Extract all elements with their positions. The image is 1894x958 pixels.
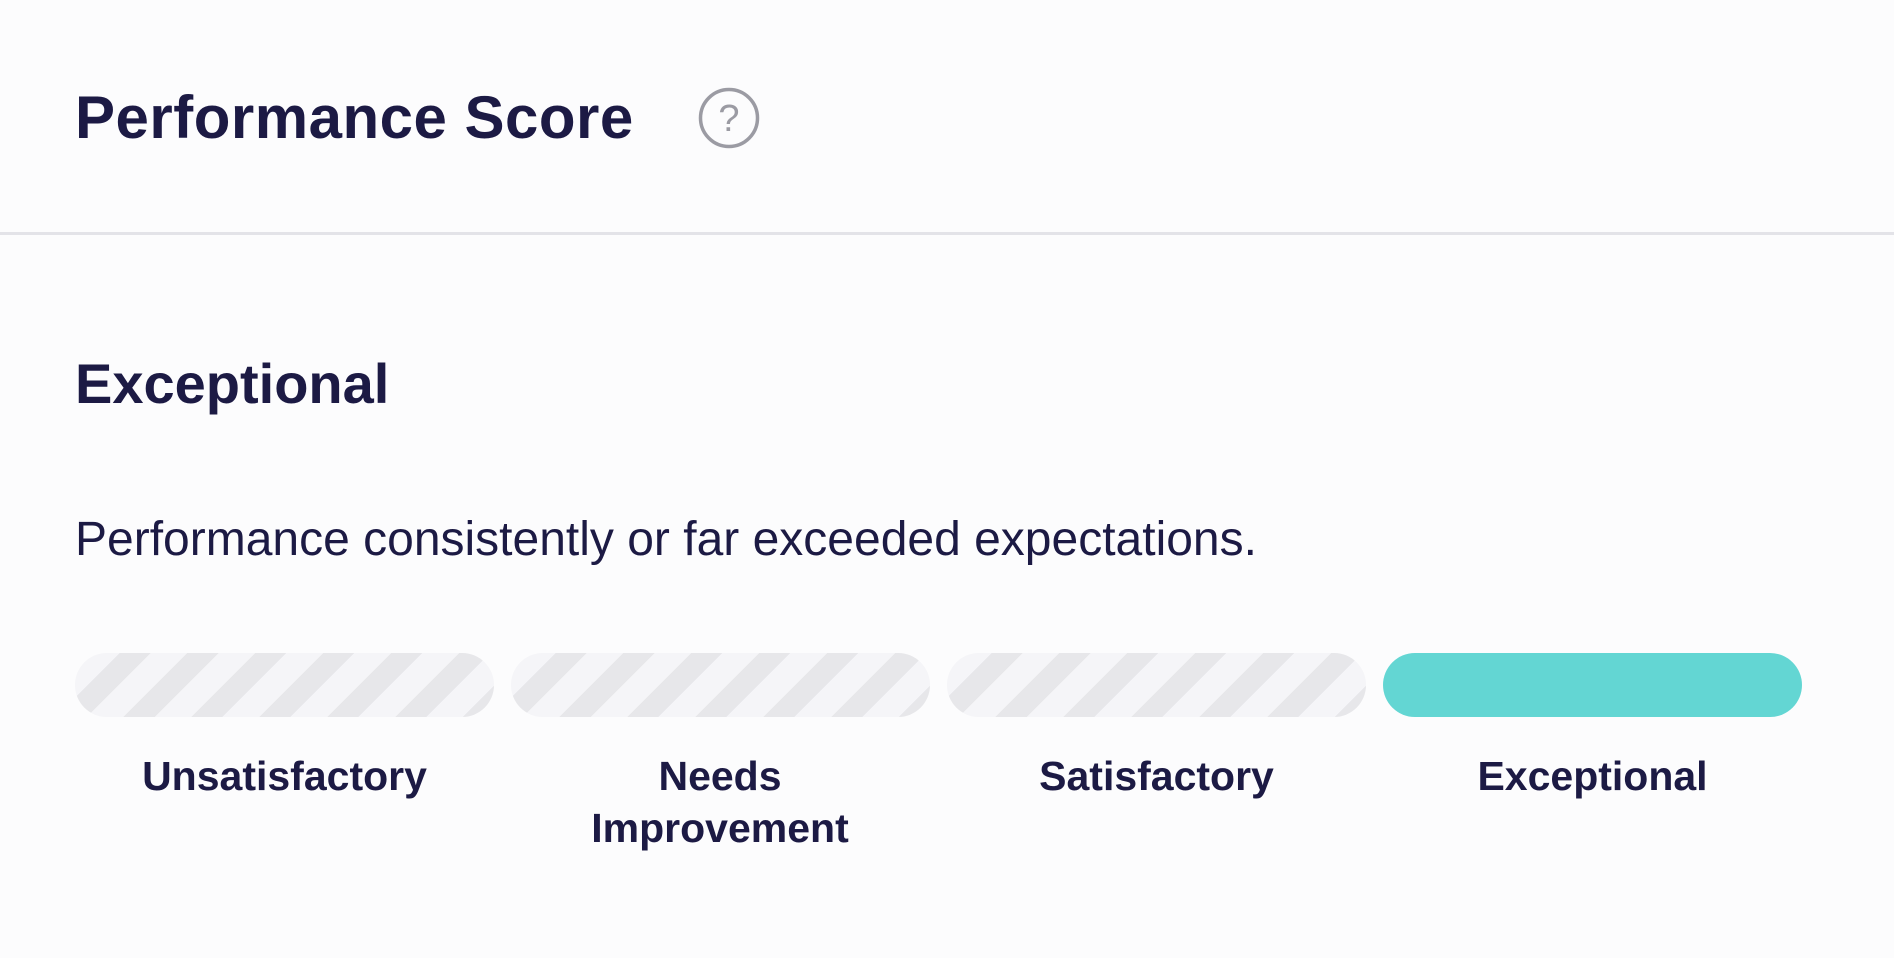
card-header: Performance Score ? <box>0 0 1894 235</box>
scale-bar-needs-improvement <box>511 653 930 717</box>
scale-segment-needs-improvement: Needs Improvement <box>511 653 930 854</box>
scale-segment-unsatisfactory: Unsatisfactory <box>75 653 494 802</box>
question-circle-icon[interactable]: ? <box>698 87 760 149</box>
page-title: Performance Score <box>75 84 634 151</box>
svg-text:?: ? <box>718 98 739 140</box>
scale-bar-satisfactory <box>947 653 1366 717</box>
performance-score-card: Performance Score ? Exceptional Performa… <box>0 0 1894 958</box>
scale-label: Unsatisfactory <box>142 753 427 799</box>
scale-bar-unsatisfactory <box>75 653 494 717</box>
scale-label: Exceptional <box>1477 753 1708 799</box>
scale-segment-satisfactory: Satisfactory <box>947 653 1366 802</box>
scale-bar-exceptional-active <box>1383 653 1802 717</box>
scale-segment-exceptional: Exceptional <box>1383 653 1802 802</box>
scale-label: Needs Improvement <box>591 753 849 851</box>
scale-label: Satisfactory <box>1039 753 1274 799</box>
rating-description: Performance consistently or far exceeded… <box>75 513 1257 566</box>
rating-title: Exceptional <box>75 352 390 415</box>
